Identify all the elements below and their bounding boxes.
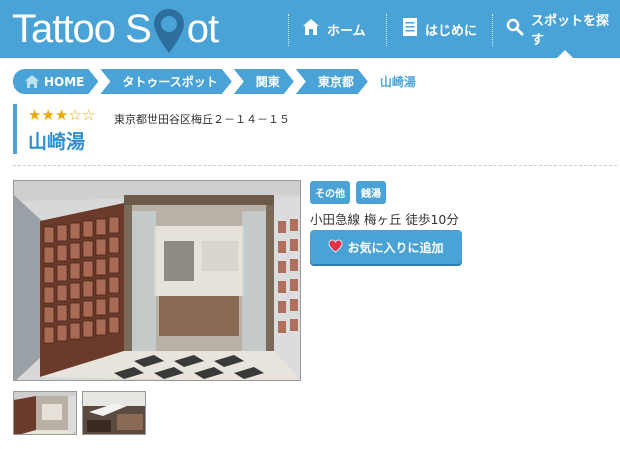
nav-intro-link[interactable]: はじめに [402, 0, 477, 58]
site-header: Tattoo S ot ホーム はじめに スポットを探す [0, 0, 620, 58]
house-icon [302, 18, 320, 40]
map-pin-icon [153, 4, 185, 54]
nav-divider [386, 14, 387, 46]
heart-icon [328, 239, 343, 256]
breadcrumb-home[interactable]: HOME [13, 69, 98, 94]
spot-address: 東京都世田谷区梅丘２－１４－１５ [114, 113, 290, 126]
nav-home-link[interactable]: ホーム [302, 0, 366, 58]
nav-search-label: スポットを探す [531, 14, 610, 48]
nav-home-label: ホーム [327, 23, 366, 39]
star-empty-icon: ☆ [68, 106, 82, 124]
logo-text-right: ot [186, 6, 219, 51]
title-accent-bar [13, 104, 17, 154]
tag-other[interactable]: その他 [310, 181, 350, 204]
site-logo[interactable]: Tattoo S ot [12, 4, 219, 54]
nav-divider [288, 14, 289, 46]
breadcrumb-tokyo[interactable]: 東京都 [296, 69, 368, 94]
page-title: 山崎湯 [28, 131, 86, 153]
star-empty-icon: ☆ [81, 106, 96, 124]
add-to-favorites-button[interactable]: お気に入りに追加 [310, 230, 462, 264]
breadcrumb-label: 山崎湯 [379, 75, 416, 89]
breadcrumb-label: タトゥースポット [122, 75, 218, 89]
breadcrumb-label: 東京都 [317, 75, 354, 89]
access-info: 小田急線 梅ヶ丘 徒歩10分 [310, 212, 459, 227]
nav-intro-label: はじめに [425, 23, 478, 39]
logo-text-left: Tattoo S [12, 6, 152, 51]
spot-main-photo[interactable] [13, 180, 301, 381]
search-icon [506, 18, 524, 40]
nav-active-indicator [557, 50, 573, 58]
star-rating: ★★★☆☆ [28, 107, 95, 123]
photo-thumbnail[interactable] [82, 391, 146, 435]
star-filled-icon: ★ [41, 106, 55, 124]
breadcrumb-current: 山崎湯 [370, 69, 430, 94]
house-icon [25, 75, 39, 88]
star-filled-icon: ★ [28, 106, 42, 124]
breadcrumb: HOME タトゥースポット 関東 東京都 山崎湯 [13, 69, 432, 94]
nav-divider [492, 14, 493, 46]
category-tags: その他 銭湯 [310, 181, 386, 204]
photo-thumbnail[interactable] [13, 391, 77, 435]
tag-sento[interactable]: 銭湯 [356, 181, 386, 204]
breadcrumb-kanto[interactable]: 関東 [234, 69, 294, 94]
favorite-label: お気に入りに追加 [347, 240, 444, 255]
document-icon [402, 17, 418, 41]
star-filled-icon: ★ [54, 106, 69, 124]
breadcrumb-label: 関東 [255, 75, 280, 89]
breadcrumb-tattoo-spot[interactable]: タトゥースポット [100, 69, 231, 94]
breadcrumb-label: HOME [44, 74, 85, 89]
section-divider [13, 165, 617, 166]
